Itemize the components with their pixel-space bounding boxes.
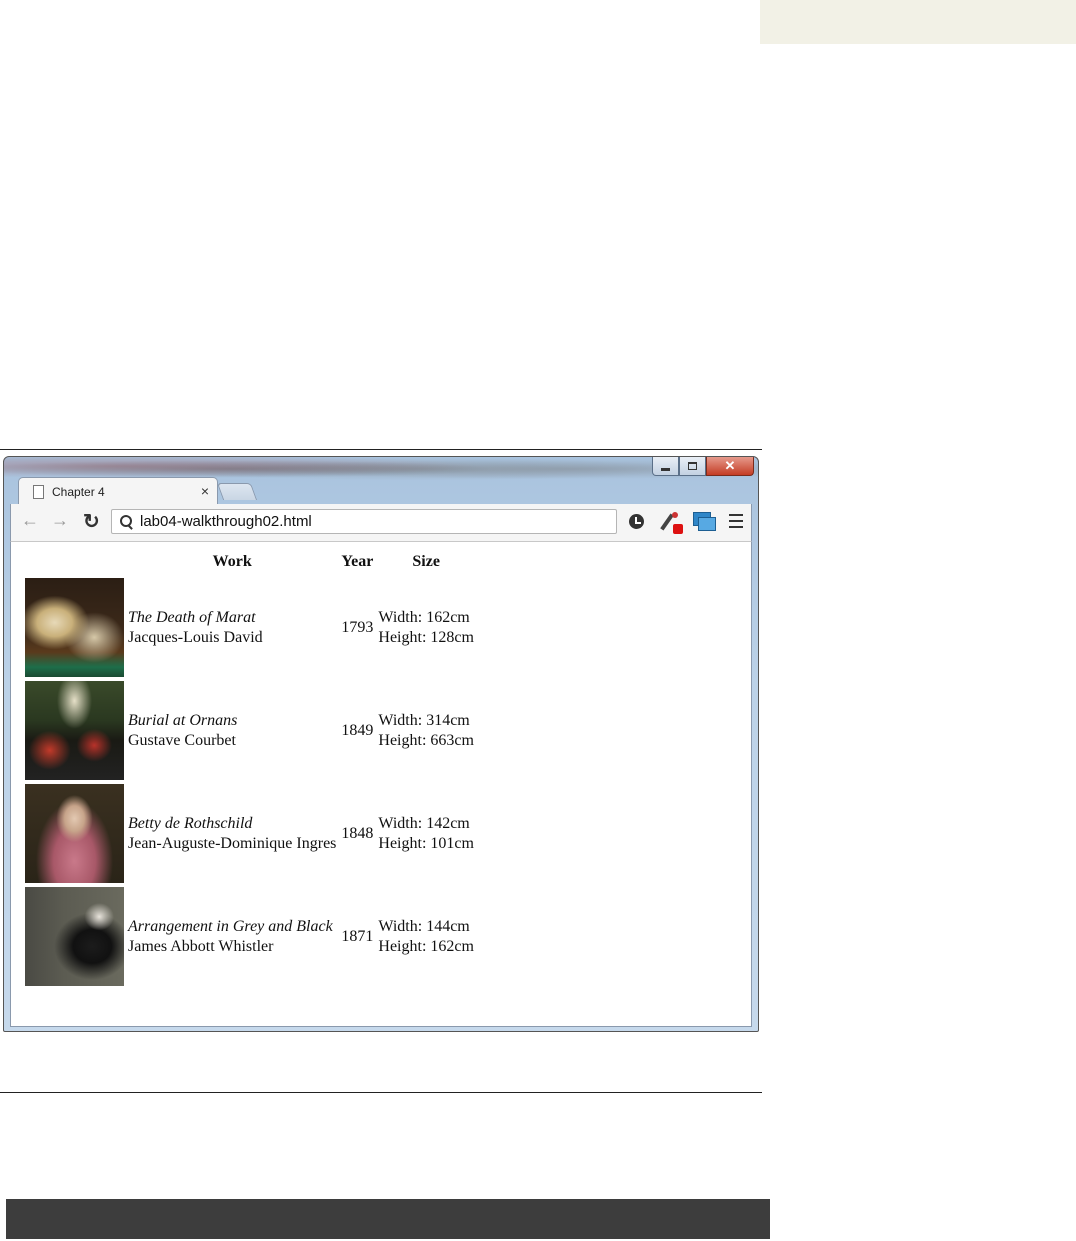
year-cell: 1848 — [341, 824, 374, 842]
thumbnail-cell — [23, 679, 126, 782]
tab-close-icon[interactable]: × — [201, 483, 209, 499]
maximize-button[interactable] — [679, 457, 706, 476]
size-cell: Width: 142cm Height: 101cm — [376, 782, 476, 885]
work-cell: Burial at Ornans Gustave Courbet — [126, 679, 338, 782]
close-icon: ✕ — [724, 458, 736, 473]
header-work: Work — [212, 553, 252, 570]
back-arrow-icon[interactable]: ← — [21, 510, 39, 531]
tab-title: Chapter 4 — [52, 484, 105, 499]
painting-thumbnail — [25, 887, 124, 986]
minimize-button[interactable] — [652, 457, 679, 476]
maximize-icon — [688, 462, 697, 470]
table-row: Burial at Ornans Gustave Courbet 1849 Wi… — [23, 679, 476, 782]
table-row: The Death of Marat Jacques-Louis David 1… — [23, 576, 476, 679]
work-cell: Betty de Rothschild Jean-Auguste-Dominiq… — [126, 782, 338, 885]
tab-chapter-4[interactable]: Chapter 4 × — [18, 477, 218, 505]
work-artist: Gustave Courbet — [128, 731, 236, 749]
size-width: Width: 144cm — [378, 917, 470, 935]
work-artist: Jean-Auguste-Dominique Ingres — [128, 834, 337, 852]
browser-toolbar: ← → ↻ lab04-walkthrough02.html — [10, 504, 752, 541]
work-artist: Jacques-Louis David — [128, 628, 263, 646]
thumbnail-cell — [23, 782, 126, 885]
url-text: lab04-walkthrough02.html — [140, 513, 312, 530]
address-bar[interactable]: lab04-walkthrough02.html — [111, 509, 617, 534]
size-height: Height: 162cm — [378, 937, 474, 955]
size-width: Width: 162cm — [378, 608, 470, 626]
table-row: Arrangement in Grey and Black James Abbo… — [23, 885, 476, 988]
work-title: Arrangement in Grey and Black — [128, 917, 333, 935]
size-width: Width: 314cm — [378, 711, 470, 729]
figure-top-rule — [0, 449, 762, 450]
history-clock-icon[interactable] — [629, 514, 644, 529]
sidebar-panel — [760, 0, 1076, 44]
work-title: Burial at Ornans — [128, 711, 238, 729]
header-year: Year — [341, 553, 374, 570]
close-window-button[interactable]: ✕ — [706, 457, 754, 476]
header-size: Size — [412, 553, 440, 570]
year-cell: 1793 — [341, 618, 374, 636]
screenshot-extension-icon[interactable] — [693, 512, 716, 531]
thumbnail-cell — [23, 885, 126, 988]
window-controls: ✕ — [652, 457, 754, 476]
color-picker-extension-icon[interactable] — [660, 510, 683, 534]
dark-footer-bar — [6, 1199, 770, 1239]
page-viewport: Work Year Size The Death of Marat Jacque… — [10, 541, 752, 1027]
work-artist: James Abbott Whistler — [128, 937, 274, 955]
thumbnail-cell — [23, 576, 126, 679]
painting-thumbnail — [25, 784, 124, 883]
minimize-icon — [661, 467, 670, 471]
painting-thumbnail — [25, 681, 124, 780]
year-cell: 1849 — [341, 721, 374, 739]
artworks-table: Work Year Size The Death of Marat Jacque… — [23, 550, 476, 988]
painting-thumbnail — [25, 578, 124, 677]
size-cell: Width: 162cm Height: 128cm — [376, 576, 476, 679]
work-cell: The Death of Marat Jacques-Louis David — [126, 576, 338, 679]
size-width: Width: 142cm — [378, 814, 470, 832]
new-tab-button[interactable] — [216, 483, 258, 500]
page-icon — [33, 484, 44, 499]
browser-window: ✕ Chapter 4 × ← → ↻ lab04-walkthrough02.… — [3, 456, 759, 1032]
hamburger-menu-icon[interactable] — [729, 514, 743, 528]
work-title: The Death of Marat — [128, 608, 256, 626]
forward-arrow-icon[interactable]: → — [51, 510, 69, 531]
figure-bottom-rule — [0, 1092, 762, 1093]
work-cell: Arrangement in Grey and Black James Abbo… — [126, 885, 338, 988]
table-header-row: Work Year Size — [23, 550, 476, 576]
reload-icon[interactable]: ↻ — [83, 509, 100, 534]
size-height: Height: 663cm — [378, 731, 474, 749]
size-cell: Width: 314cm Height: 663cm — [376, 679, 476, 782]
search-icon — [120, 514, 134, 530]
size-height: Height: 128cm — [378, 628, 474, 646]
size-height: Height: 101cm — [378, 834, 474, 852]
size-cell: Width: 144cm Height: 162cm — [376, 885, 476, 988]
table-row: Betty de Rothschild Jean-Auguste-Dominiq… — [23, 782, 476, 885]
year-cell: 1871 — [341, 927, 374, 945]
work-title: Betty de Rothschild — [128, 814, 253, 832]
header-image — [23, 550, 126, 576]
